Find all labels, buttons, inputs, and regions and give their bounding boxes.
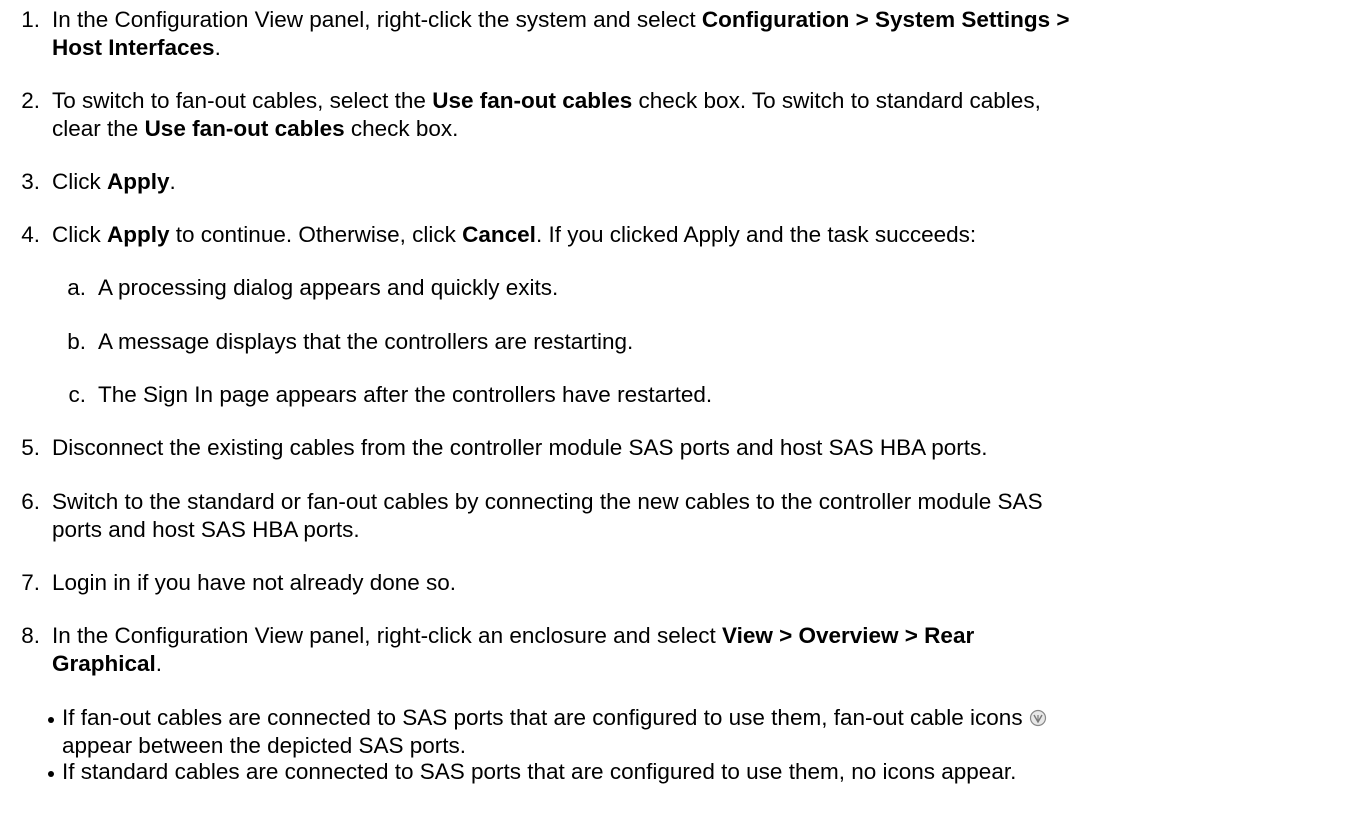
step-number: 6. <box>21 489 40 514</box>
button-name: Cancel <box>462 222 536 247</box>
substep-text: The Sign In page appears after the contr… <box>98 382 713 407</box>
menu-path: Configuration > System Settings > <box>701 7 1070 32</box>
substep-letter: b. <box>67 329 86 354</box>
step-text: In the Configuration View panel, right-c… <box>52 7 1070 60</box>
menu-path: View > Overview > Rear <box>721 623 975 648</box>
step-number: 2. <box>21 88 40 113</box>
step-number: 3. <box>21 169 40 194</box>
bullet-text: If standard cables are connected to SAS … <box>62 759 1017 784</box>
checkbox-name: Use fan-out cables <box>144 116 345 141</box>
checkbox-name: Use fan-out cables <box>432 88 633 113</box>
menu-path-end: Host Interfaces <box>52 35 215 60</box>
button-name: Apply <box>107 222 170 247</box>
step-text: Switch to the standard or fan-out cables… <box>52 489 1043 542</box>
bullet-dot <box>48 771 54 777</box>
step-number: 5. <box>21 435 40 460</box>
step-number: 7. <box>21 570 40 595</box>
substep-text: A message displays that the controllers … <box>98 329 634 354</box>
menu-path-end: Graphical <box>52 651 156 676</box>
step-text: Click Apply to continue. Otherwise, clic… <box>52 222 977 247</box>
substep-letter: c. <box>68 382 86 407</box>
step-text: To switch to fan-out cables, select the … <box>52 88 1041 141</box>
fan-out-cable-icon <box>1029 706 1047 727</box>
step-text: Login in if you have not already done so… <box>52 570 457 595</box>
step-number: 1. <box>21 7 40 32</box>
substep-text: A processing dialog appears and quickly … <box>98 275 559 300</box>
step-number: 4. <box>21 222 40 247</box>
step-text: Click Apply. <box>52 169 176 194</box>
button-name: Apply <box>107 169 170 194</box>
step-text: In the Configuration View panel, right-c… <box>52 623 975 676</box>
step-text: Disconnect the existing cables from the … <box>52 435 988 460</box>
substep-letter: a. <box>67 275 86 300</box>
step-number: 8. <box>21 623 40 648</box>
bullet-dot <box>48 717 54 723</box>
bullet-text: If fan-out cables are connected to SAS p… <box>62 704 1348 760</box>
